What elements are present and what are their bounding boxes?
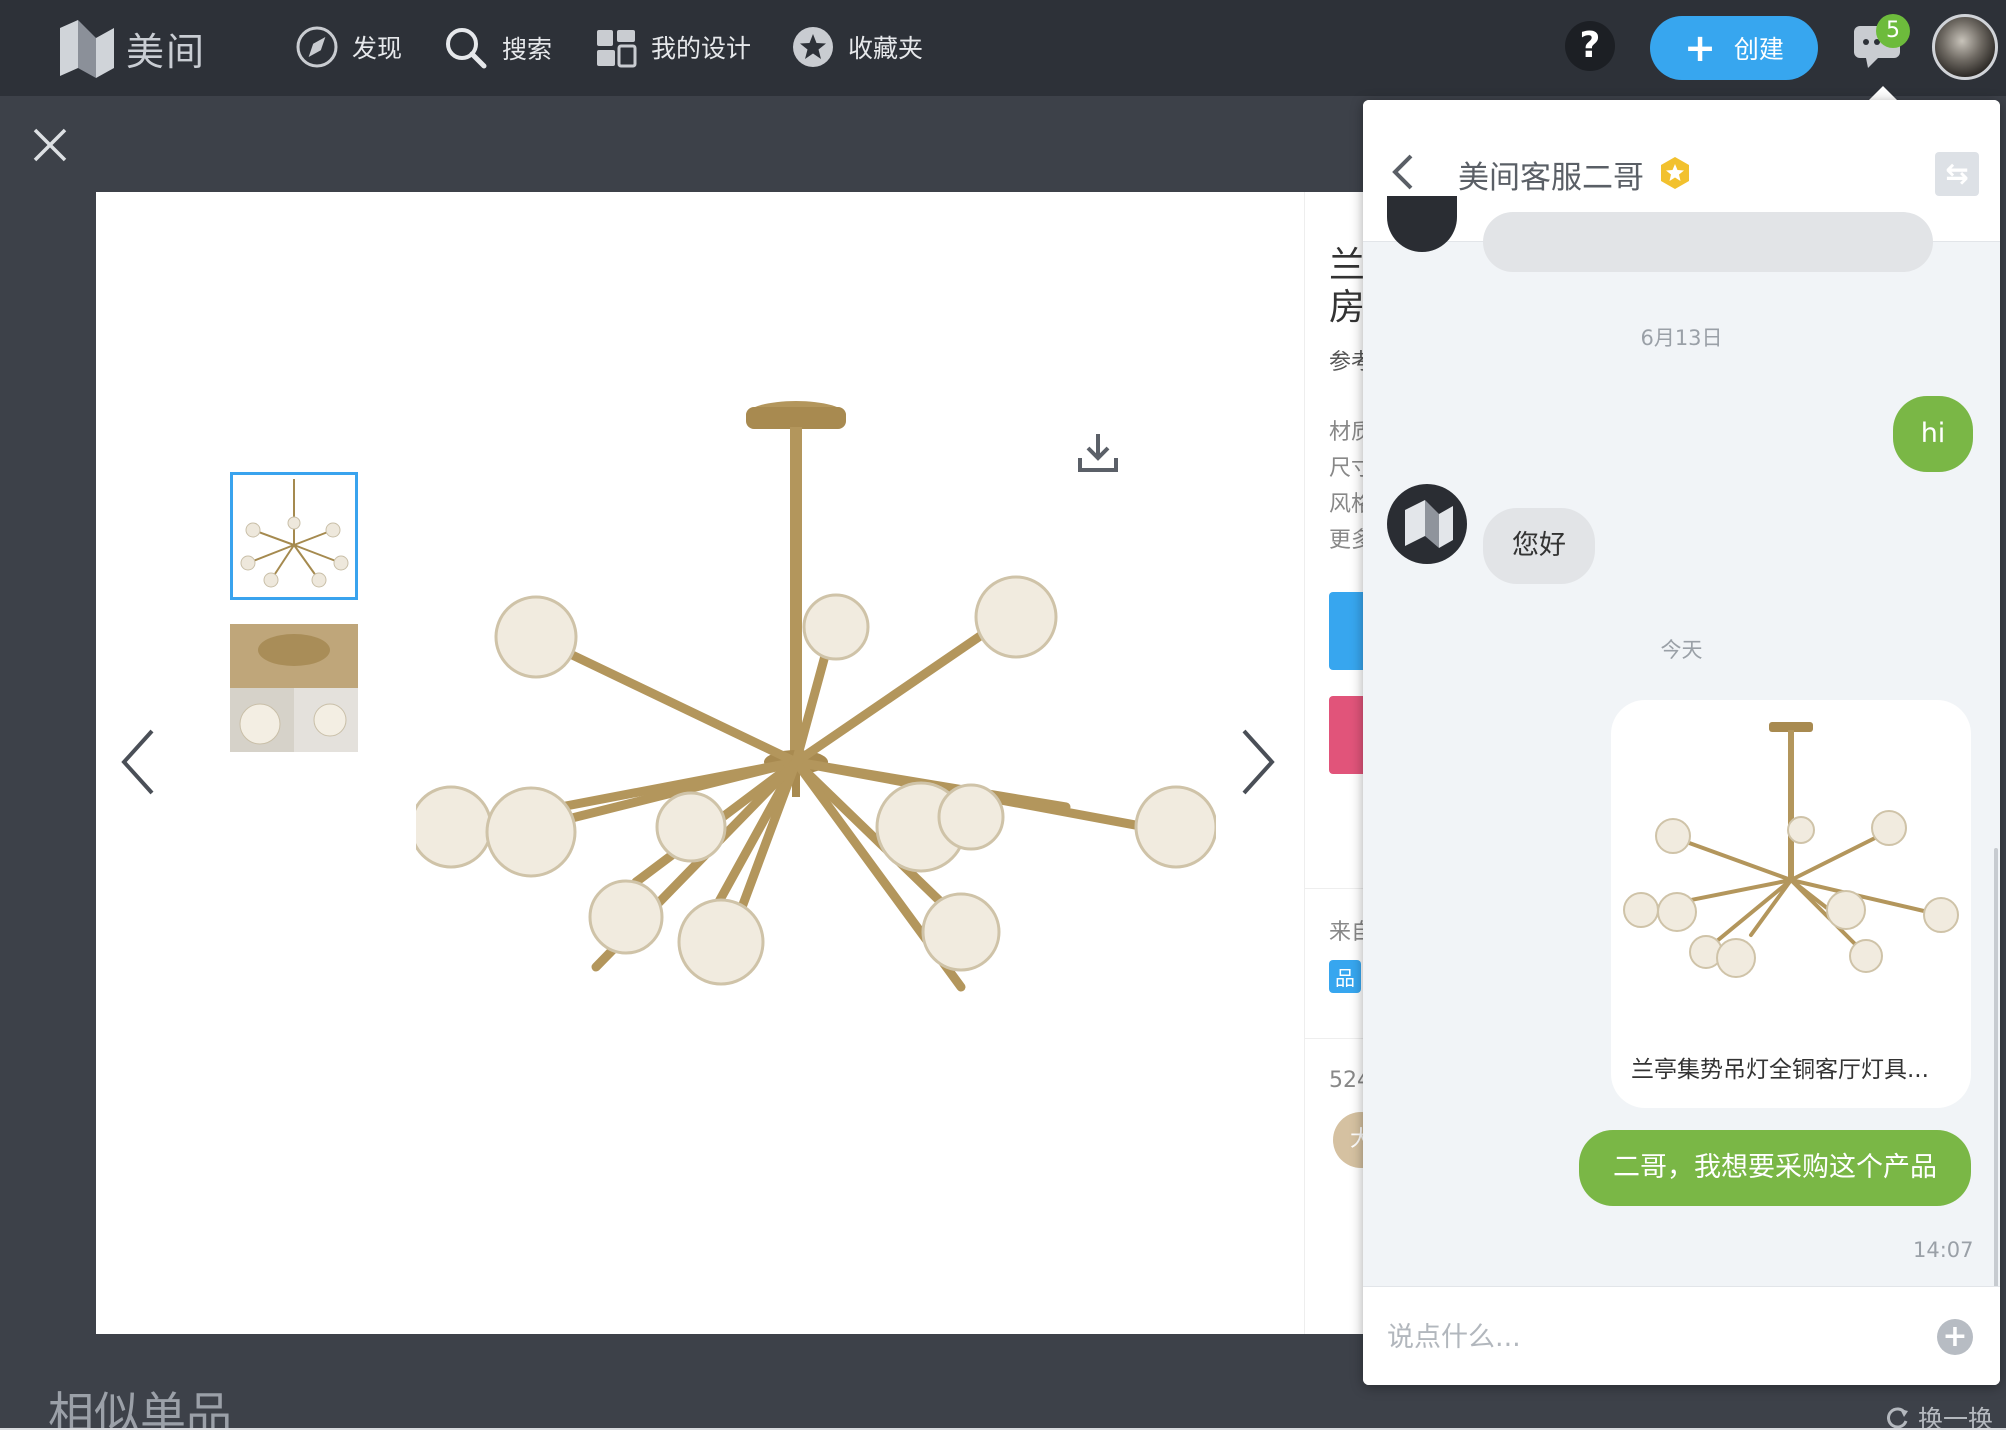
shared-product-caption: 兰亭集势吊灯全铜客厅灯具...: [1631, 1057, 1929, 1083]
nav-favorites[interactable]: 收藏夹: [792, 26, 923, 68]
view-count: 524: [1329, 1068, 1364, 1093]
source-label: 来自: [1329, 920, 1364, 945]
attr-style: 风格: [1329, 492, 1364, 517]
logo[interactable]: 美间: [58, 18, 206, 78]
date-separator: 6月13日: [1640, 326, 1723, 350]
search-icon: [446, 28, 487, 69]
attr-more: 更多: [1329, 528, 1364, 553]
shared-product-image: [1623, 722, 1959, 978]
switch-chat-icon[interactable]: ⇆: [1935, 152, 1979, 196]
agent-avatar[interactable]: [1387, 484, 1467, 564]
refresh-label: 换一换: [1918, 1405, 1994, 1430]
brand-logo-icon: [1405, 500, 1453, 548]
close-viewer-button[interactable]: [30, 125, 70, 169]
nav-search[interactable]: 搜索: [444, 26, 552, 70]
chat-input-bar: +: [1363, 1286, 2000, 1385]
chandelier-thumbnail-image: [233, 475, 355, 597]
star-icon: [793, 27, 833, 67]
create-label: 创建: [1733, 35, 1784, 64]
nav-my-design[interactable]: 我的设计: [595, 26, 751, 68]
chat-panel: 美间客服二哥 ⇆ 6月13日 hi 您好 今天 兰亭集势吊灯全铜客厅灯具... …: [1363, 100, 2000, 1385]
chevron-right-icon: [1242, 729, 1275, 795]
previous-message-bubble: [1483, 212, 1933, 272]
date-separator: 今天: [1660, 638, 1703, 662]
message-count-badge: 5: [1876, 14, 1910, 48]
help-button[interactable]: ?: [1565, 21, 1615, 71]
nav-favorites-label: 收藏夹: [848, 34, 924, 63]
user-avatar[interactable]: [1932, 14, 1998, 80]
refresh-icon: [1887, 1407, 1908, 1429]
share-button[interactable]: [1329, 696, 1364, 774]
author-avatar[interactable]: 大: [1333, 1112, 1364, 1168]
my-design-icon: [597, 30, 637, 68]
nav-search-label: 搜索: [502, 35, 553, 64]
product-main-image: [416, 401, 1216, 992]
attr-material: 材质: [1329, 420, 1364, 445]
user-message-request: 二哥，我想要采购这个产品: [1579, 1130, 1971, 1206]
chat-scrollbar[interactable]: [1994, 848, 1998, 1288]
product-title-line2: 房: [1329, 287, 1364, 328]
next-image-button[interactable]: [1238, 727, 1278, 801]
close-icon: [33, 128, 67, 162]
nav-discover-label: 发现: [352, 34, 403, 63]
attr-size: 尺寸: [1329, 456, 1364, 481]
similar-items-title: 相似单品: [48, 1387, 232, 1430]
plus-icon: +: [1684, 26, 1716, 70]
image-viewer-card: [96, 192, 1386, 1334]
logo-text: 美间: [126, 29, 207, 74]
add-attachment-button[interactable]: +: [1937, 1319, 1973, 1355]
nav-discover[interactable]: 发现: [296, 26, 402, 68]
divider: [1305, 888, 1364, 889]
chat-panel-caret: [1869, 86, 1897, 100]
brand-tag[interactable]: 品: [1329, 960, 1361, 993]
chat-back-button[interactable]: [1391, 152, 1415, 196]
chat-message-input[interactable]: [1387, 1315, 1907, 1359]
agent-avatar-partial: [1387, 196, 1457, 252]
top-nav-bar: 美间 发现 搜索 我的设计 收藏夹 ? + 创建 5: [0, 0, 2006, 96]
product-detail-panel: 兰 房 参考 材质 尺寸 风格 更多 来自 品 524 大: [1304, 192, 1364, 1334]
user-message-hi: hi: [1893, 396, 1973, 472]
thumbnail-1[interactable]: [230, 472, 358, 600]
message-timestamp: 14:07: [1913, 1238, 1974, 1262]
previous-image-button[interactable]: [118, 727, 158, 801]
thumbnail-2[interactable]: [230, 624, 358, 752]
verified-badge-icon: [1661, 157, 1689, 189]
chandelier-detail-thumbnail-image: [230, 624, 358, 752]
chat-title: 美间客服二哥: [1458, 160, 1644, 196]
create-button[interactable]: + 创建: [1650, 16, 1818, 80]
nav-my-design-label: 我的设计: [651, 34, 752, 63]
shared-product-card[interactable]: 兰亭集势吊灯全铜客厅灯具...: [1611, 700, 1971, 1108]
refresh-button[interactable]: 换一换: [1884, 1400, 1993, 1430]
chevron-left-icon: [121, 729, 154, 795]
reference-label: 参考: [1329, 350, 1364, 375]
divider: [1305, 1038, 1364, 1039]
favorite-button[interactable]: [1329, 592, 1364, 670]
logo-icon: [60, 20, 114, 78]
compass-icon: [296, 26, 338, 68]
chevron-left-icon: [1392, 154, 1413, 190]
agent-message-hello: 您好: [1483, 508, 1595, 584]
